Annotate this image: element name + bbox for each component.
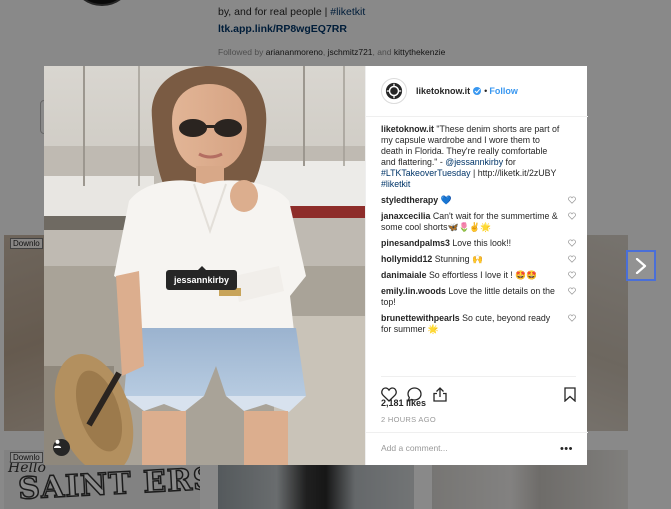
post-caption: liketoknow.it "These denim shorts are pa… [381, 124, 576, 190]
comment-text: Stunning 🙌 [434, 254, 483, 264]
follow-button[interactable]: Follow [489, 86, 518, 96]
header-separator: • [484, 86, 488, 96]
caption-hashtag[interactable]: #LTKTakeoverTuesday [381, 168, 470, 178]
comment-username[interactable]: janaxcecilia [381, 211, 430, 221]
more-options-icon[interactable]: ••• [560, 444, 573, 455]
add-comment-placeholder: Add a comment... [381, 443, 448, 453]
account-avatar[interactable] [381, 78, 407, 104]
caption-url[interactable]: http://liketk.it/2zUBY [478, 168, 557, 178]
post-timestamp[interactable]: 2 HOURS AGO [381, 415, 436, 424]
comment-username[interactable]: brunettewithpearls [381, 313, 460, 323]
like-comment-heart-icon[interactable] [568, 212, 576, 220]
like-comment-heart-icon[interactable] [568, 314, 576, 322]
caption-hashtag[interactable]: #liketkit [381, 179, 410, 189]
add-comment-input[interactable]: Add a comment... ••• [366, 432, 588, 465]
account-username[interactable]: liketoknow.it [416, 86, 470, 96]
user-photo-tag[interactable]: jessannkirby [166, 266, 238, 290]
like-comment-heart-icon[interactable] [568, 196, 576, 204]
bookmark-icon[interactable] [564, 387, 576, 402]
caption-for: for [505, 157, 516, 167]
post-modal: jessannkirby liketoknow.it • Follow like… [44, 66, 588, 465]
user-icon [53, 439, 62, 448]
comment-text: 💙 [440, 195, 452, 205]
chevron-right-icon [635, 257, 647, 274]
tagged-users-button[interactable] [53, 439, 70, 456]
comment-item: styledtherapy 💙 [381, 195, 576, 206]
post-sidebar: liketoknow.it • Follow liketoknow.it "Th… [365, 66, 588, 465]
comment-username[interactable]: pinesandpalms3 [381, 238, 450, 248]
like-comment-heart-icon[interactable] [568, 239, 576, 247]
comment-username[interactable]: hollymidd12 [381, 254, 432, 264]
post-photo[interactable]: jessannkirby [44, 66, 365, 465]
comment-item: brunettewithpearls So cute, beyond ready… [381, 313, 576, 335]
comment-item: janaxcecilia Can't wait for the summerti… [381, 211, 576, 233]
comment-username[interactable]: emily.lin.woods [381, 286, 446, 296]
caption-separator: | [472, 168, 476, 178]
comment-item: emily.lin.woods Love the little details … [381, 286, 576, 308]
comment-text: Love this look!! [452, 238, 512, 248]
comment-item: hollymidd12 Stunning 🙌 [381, 254, 576, 265]
like-comment-heart-icon[interactable] [568, 287, 576, 295]
like-comment-heart-icon[interactable] [568, 255, 576, 263]
next-post-button[interactable] [626, 250, 656, 281]
like-count[interactable]: 2,181 likes [381, 398, 426, 408]
verified-badge-icon [473, 87, 482, 95]
comment-item: pinesandpalms3 Love this look!! [381, 238, 576, 249]
comments-list: liketoknow.it "These denim shorts are pa… [381, 124, 576, 340]
comment-text: So effortless I love it ! 🤩🤩 [428, 270, 538, 280]
like-comment-heart-icon[interactable] [568, 271, 576, 279]
share-icon[interactable] [433, 387, 447, 402]
comment-username[interactable]: danimaiale [381, 270, 426, 280]
post-header: liketoknow.it • Follow [366, 66, 588, 117]
comment-item: danimaiale So effortless I love it ! 🤩🤩 [381, 270, 576, 281]
liketoknowit-logo-icon [385, 82, 403, 100]
comment-username[interactable]: styledtherapy [381, 195, 438, 205]
caption-mention[interactable]: @jessannkirby [445, 157, 503, 167]
caption-username[interactable]: liketoknow.it [381, 124, 434, 134]
post-actions [381, 376, 576, 402]
